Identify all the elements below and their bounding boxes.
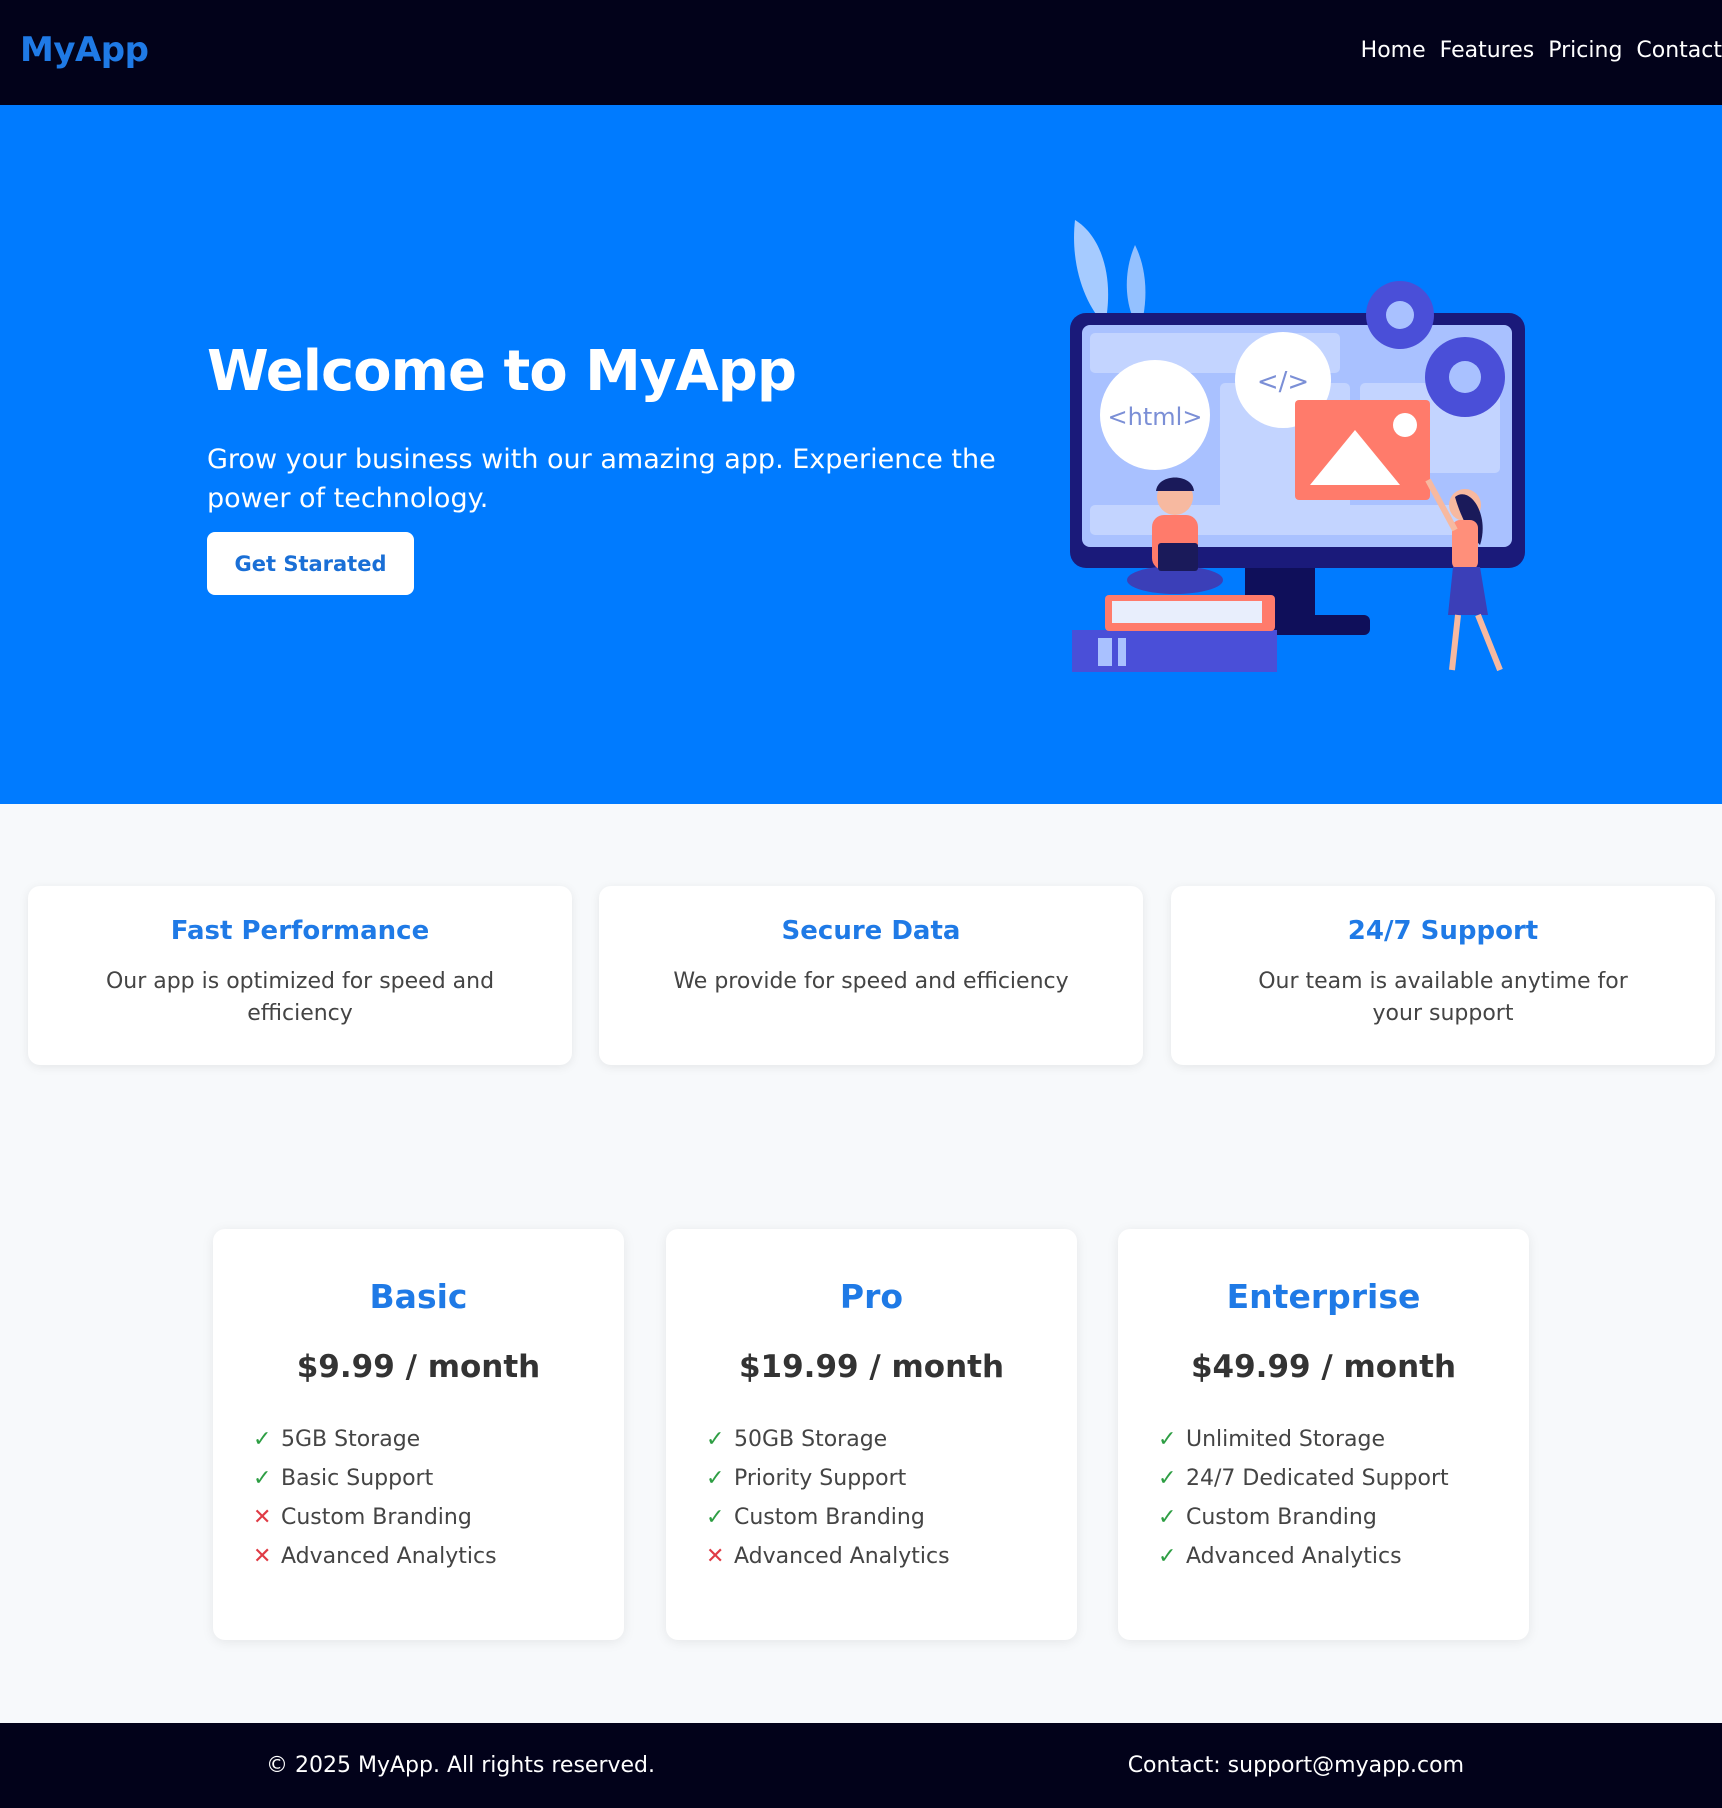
html-tag-label: <html>	[1108, 403, 1203, 431]
check-icon: ✓	[253, 1427, 272, 1452]
plan-feature-label: 50GB Storage	[734, 1427, 888, 1452]
plan-feature-item: ✕ Advanced Analytics	[706, 1537, 950, 1576]
pricing-card-basic: Basic $9.99 / month ✓ 5GB Storage ✓ Basic …	[213, 1229, 624, 1640]
plan-feature-label: Advanced Analytics	[1186, 1544, 1402, 1569]
plan-feature-label: Advanced Analytics	[734, 1544, 950, 1569]
nav-link-home[interactable]: Home	[1361, 38, 1426, 63]
cross-icon: ✕	[706, 1544, 725, 1569]
nav-link-features[interactable]: Features	[1440, 38, 1535, 63]
plan-feature-label: Unlimited Storage	[1186, 1427, 1386, 1452]
plan-feature-label: Custom Branding	[281, 1505, 472, 1530]
pricing-card-pro: Pro $19.99 / month ✓ 50GB Storage ✓ Priori…	[666, 1229, 1077, 1640]
feature-card-support: 24/7 Support Our team is available anyti…	[1171, 886, 1715, 1065]
pricing-card-enterprise: Enterprise $49.99 / month ✓ Unlimited Sto…	[1118, 1229, 1529, 1640]
check-icon: ✓	[706, 1505, 725, 1530]
plan-name: Pro	[839, 1277, 904, 1316]
check-icon: ✓	[1158, 1544, 1177, 1569]
plan-feature-item: ✓ Priority Support	[706, 1459, 950, 1498]
check-icon: ✓	[1158, 1427, 1177, 1452]
cross-icon: ✕	[253, 1544, 272, 1569]
plan-feature-label: Custom Branding	[734, 1505, 925, 1530]
nav-link-pricing[interactable]: Pricing	[1548, 38, 1622, 63]
check-icon: ✓	[706, 1466, 725, 1491]
plan-feature-item: ✕ Custom Branding	[253, 1498, 497, 1537]
plan-feature-item: ✓ Custom Branding	[706, 1498, 950, 1537]
plan-feature-list: ✓ 5GB Storage ✓ Basic Support ✕ Custom Bran…	[253, 1420, 497, 1576]
cross-icon: ✕	[253, 1505, 272, 1530]
plan-feature-item: ✓ 24/7 Dedicated Support	[1158, 1459, 1449, 1498]
brand-logo[interactable]: MyApp	[20, 30, 149, 70]
plan-feature-label: Custom Branding	[1186, 1505, 1377, 1530]
plan-feature-item: ✓ Advanced Analytics	[1158, 1537, 1449, 1576]
plan-feature-item: ✕ Advanced Analytics	[253, 1537, 497, 1576]
feature-card-secure-data: Secure Data We provide for speed and eff…	[599, 886, 1143, 1065]
nav-links: Home Features Pricing Contact	[1361, 38, 1722, 63]
plan-name: Enterprise	[1226, 1277, 1421, 1316]
plan-feature-item: ✓ Custom Branding	[1158, 1498, 1449, 1537]
plan-feature-list: ✓ 50GB Storage ✓ Priority Support ✓ Custom …	[706, 1420, 950, 1576]
hero-section: Welcome to MyApp Grow your business with…	[0, 105, 1722, 804]
feature-text: We provide for speed and efficiency	[673, 969, 1069, 994]
hero-illustration: <html> </>	[1070, 220, 1525, 672]
plan-feature-label: 5GB Storage	[281, 1427, 421, 1452]
plan-feature-label: Advanced Analytics	[281, 1544, 497, 1569]
plan-feature-label: 24/7 Dedicated Support	[1186, 1466, 1449, 1491]
footer-copyright: © 2025 MyApp. All rights reserved.	[266, 1753, 656, 1778]
plan-feature-label: Basic Support	[281, 1466, 434, 1491]
check-icon: ✓	[1158, 1466, 1177, 1491]
code-tag-label: </>	[1257, 367, 1309, 397]
footer-contact[interactable]: Contact: support@myapp.com	[1128, 1753, 1464, 1778]
hero-subtitle: Grow your business with our amazing app.…	[207, 444, 996, 514]
feature-title: Fast Performance	[170, 916, 430, 946]
page-footer: © 2025 MyApp. All rights reserved. Conta…	[0, 1723, 1722, 1808]
plan-feature-label: Priority Support	[734, 1466, 907, 1491]
check-icon: ✓	[253, 1466, 272, 1491]
check-icon: ✓	[706, 1427, 725, 1452]
check-icon: ✓	[1158, 1505, 1177, 1530]
plan-price: $19.99 / month	[738, 1349, 1005, 1385]
feature-text: Our team is available anytime for your s…	[1258, 969, 1628, 1026]
plan-name: Basic	[369, 1277, 468, 1316]
plan-feature-item: ✓ Unlimited Storage	[1158, 1420, 1449, 1459]
top-navbar: MyApp Home Features Pricing Contact	[0, 0, 1722, 105]
plan-feature-item: ✓ Basic Support	[253, 1459, 497, 1498]
feature-title: 24/7 Support	[1347, 916, 1539, 946]
feature-title: Secure Data	[781, 916, 961, 946]
plan-feature-list: ✓ Unlimited Storage ✓ 24/7 Dedicated Suppo…	[1158, 1420, 1449, 1576]
plan-price: $49.99 / month	[1190, 1349, 1457, 1385]
plan-feature-item: ✓ 50GB Storage	[706, 1420, 950, 1459]
hero-title: Welcome to MyApp	[207, 339, 797, 404]
nav-link-contact[interactable]: Contact	[1636, 38, 1722, 63]
feature-card-fast-performance: Fast Performance Our app is optimized fo…	[28, 886, 572, 1065]
plan-price: $9.99 / month	[296, 1349, 541, 1385]
get-started-button[interactable]: Get Starated	[207, 532, 414, 595]
plan-feature-item: ✓ 5GB Storage	[253, 1420, 497, 1459]
feature-text: Our app is optimized for speed and effic…	[105, 969, 495, 1026]
